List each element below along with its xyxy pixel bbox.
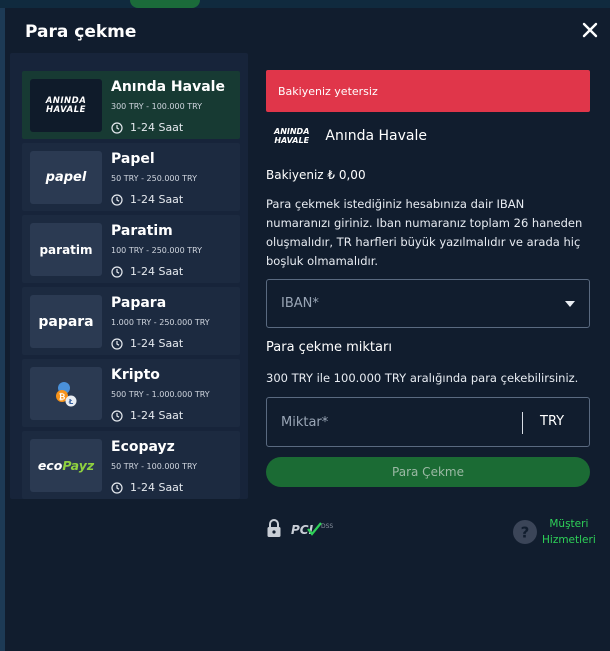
ecopayz-logo: ecoPayz [30,439,102,492]
currency-label: TRY [540,414,565,429]
method-name: Paratim [111,223,173,239]
clock-icon [111,121,123,134]
method-aninda-havale[interactable]: ANINDA HAVALE Anında Havale 300 TRY - 100… [22,71,240,139]
method-range: 1.000 TRY - 250.000 TRY [111,318,210,327]
svg-text:PCI: PCI [291,523,314,537]
svg-text:?: ? [521,524,530,542]
method-name: Ecopayz [111,439,175,455]
support-line1: Müşteri [549,518,589,530]
method-range: 500 TRY - 1.000.000 TRY [111,390,210,399]
iban-placeholder: IBAN* [281,296,319,311]
aninda-havale-logo: ANINDA HAVALE [30,79,102,132]
support-line2: Hizmetleri [542,534,596,546]
method-name: Kripto [111,367,160,383]
selected-method-name: Anında Havale [325,128,427,144]
method-time: 1-24 Saat [111,193,183,206]
method-name: Anında Havale [111,79,225,95]
amount-divider [522,412,523,434]
amount-placeholder: Miktar* [281,415,329,430]
clock-icon [111,409,123,422]
paratim-logo: paratim [30,223,102,276]
method-paratim[interactable]: paratim Paratim 100 TRY - 250.000 TRY 1-… [22,215,240,283]
lock-icon [266,518,282,542]
clock-icon [111,481,123,494]
papel-logo: papel [30,151,102,204]
payment-method-list: ANINDA HAVALE Anında Havale 300 TRY - 100… [10,53,248,499]
method-time: 1-24 Saat [111,481,183,494]
withdraw-form: Bakiyeniz yetersiz ANINDA HAVALE Anında … [266,8,596,651]
method-range: 50 TRY - 250.000 TRY [111,174,197,183]
insufficient-balance-alert: Bakiyeniz yetersiz [266,70,590,112]
balance-text: Bakiyeniz ₺ 0,00 [266,168,366,182]
method-ecopayz[interactable]: ecoPayz Ecopayz 50 TRY - 100.000 TRY 1-2… [22,431,240,499]
method-time: 1-24 Saat [111,337,183,350]
customer-support-link[interactable]: ? Müşteri Hizmetleri [512,516,596,548]
method-range: 300 TRY - 100.000 TRY [111,102,203,111]
clock-icon [111,265,123,278]
withdraw-modal: Para çekme ANINDA HAVALE Anında Havale 30… [5,8,610,651]
selected-method: ANINDA HAVALE Anında Havale [274,127,427,145]
background-top-strip [0,0,610,8]
svg-text:Ł: Ł [68,398,74,406]
clock-icon [111,193,123,206]
aninda-havale-logo: ANINDA HAVALE [274,127,310,145]
papara-logo: papara [30,295,102,348]
method-time: 1-24 Saat [111,409,183,422]
method-time: 1-24 Saat [111,121,183,134]
caret-down-icon [565,301,575,307]
method-name: Papara [111,295,167,311]
method-time: 1-24 Saat [111,265,183,278]
iban-instructions: Para çekmek istediğiniz hesabınıza dair … [266,197,583,268]
modal-title: Para çekme [25,22,137,42]
amount-input[interactable]: Miktar* TRY [266,397,590,447]
help-icon: ? [513,520,537,544]
amount-range: 300 TRY ile 100.000 TRY aralığında para … [266,371,579,385]
amount-title: Para çekme miktarı [266,340,392,355]
iban-select[interactable]: IBAN* [266,279,590,328]
method-papel[interactable]: papel Papel 50 TRY - 250.000 TRY 1-24 Sa… [22,143,240,211]
method-name: Papel [111,151,155,167]
method-papara[interactable]: papara Papara 1.000 TRY - 250.000 TRY 1-… [22,287,240,355]
method-range: 100 TRY - 250.000 TRY [111,246,203,255]
pci-dss-badge: PCI DSS [291,520,337,542]
method-range: 50 TRY - 100.000 TRY [111,462,197,471]
clock-icon [111,337,123,350]
crypto-coins-icon: ₿ Ł [30,367,102,420]
svg-text:₿: ₿ [59,392,66,401]
svg-text:DSS: DSS [321,523,333,530]
method-kripto[interactable]: ₿ Ł Kripto 500 TRY - 1.000.000 TRY 1-24 … [22,359,240,427]
withdraw-submit-button[interactable]: Para Çekme [266,457,590,487]
